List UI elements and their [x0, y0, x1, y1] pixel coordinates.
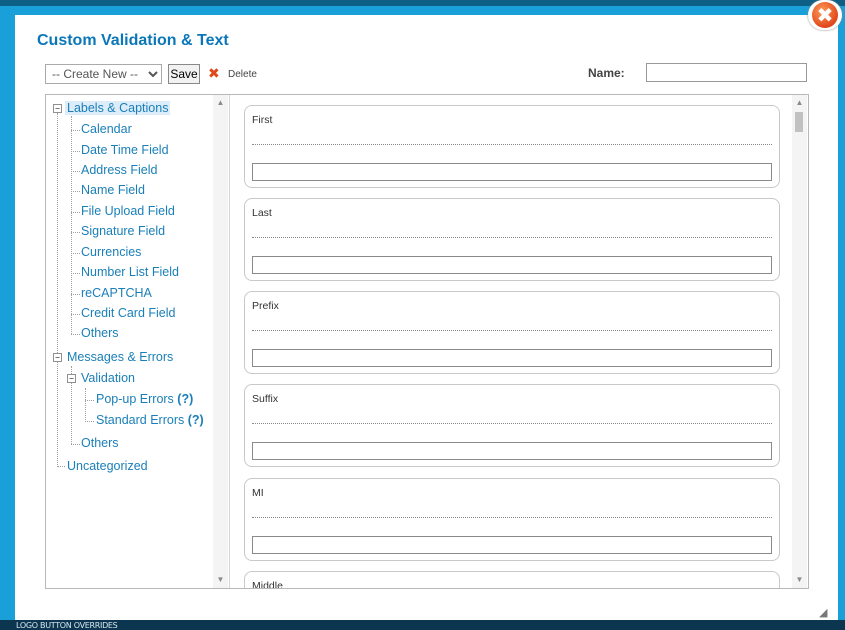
field-text-input[interactable] — [252, 163, 772, 181]
field-card-prefix: Prefix — [244, 291, 780, 374]
tree-connector — [71, 314, 80, 315]
field-label: Suffix — [252, 393, 279, 405]
field-card-suffix: Suffix — [244, 384, 780, 467]
close-button[interactable]: ✖ — [808, 0, 842, 30]
tree-messages-errors[interactable]: Messages & Errors — [67, 350, 173, 364]
tree-item[interactable]: File Upload Field — [81, 204, 175, 218]
tree-item[interactable]: Signature Field — [81, 224, 165, 238]
scroll-down-icon[interactable]: ▼ — [792, 574, 807, 586]
field-text-input[interactable] — [252, 256, 772, 274]
bottom-strip: LOGO BUTTON OVERRIDES — [0, 620, 845, 630]
collapse-icon[interactable]: − — [67, 374, 76, 383]
field-label: First — [252, 114, 273, 126]
tree-connector — [57, 113, 58, 465]
tree-labels-captions[interactable]: Labels & Captions — [65, 101, 171, 115]
field-card-last: Last — [244, 198, 780, 281]
tree-item[interactable]: Others — [81, 326, 119, 340]
tree-connector — [71, 116, 72, 334]
dotted-divider — [252, 144, 772, 145]
tree-connector — [85, 421, 94, 422]
tree-item[interactable]: Address Field — [81, 163, 157, 177]
tree-connector — [71, 294, 80, 295]
tree-connector — [71, 444, 80, 445]
top-border-strip — [0, 0, 845, 6]
field-list: First Last Prefix Suffix MI Middle ▲ ▼ — [230, 95, 808, 588]
content-scrollbar[interactable]: ▲ ▼ — [792, 95, 807, 588]
tree-item[interactable]: Number List Field — [81, 265, 179, 279]
help-icon[interactable]: (?) — [188, 413, 204, 427]
tree-connector — [71, 171, 80, 172]
tree-connector — [71, 232, 80, 233]
tree-item[interactable]: reCAPTCHA — [81, 286, 152, 300]
tree-uncategorized[interactable]: Uncategorized — [67, 459, 148, 473]
category-tree: − Labels & Captions Calendar Date Time F… — [46, 95, 230, 588]
main-frame: − Labels & Captions Calendar Date Time F… — [45, 94, 809, 589]
tree-scrollbar[interactable]: ▲ ▼ — [213, 95, 228, 588]
field-card-middle: Middle — [244, 571, 780, 588]
name-input[interactable] — [646, 63, 807, 82]
tree-connector — [57, 466, 65, 467]
dotted-divider — [252, 330, 772, 331]
scroll-up-icon[interactable]: ▲ — [213, 97, 228, 109]
field-label: Prefix — [252, 300, 279, 312]
field-card-first: First — [244, 105, 780, 188]
name-label: Name: — [588, 66, 625, 80]
custom-validation-dialog: Custom Validation & Text -- Create New -… — [15, 15, 838, 620]
resize-grip-icon[interactable]: ◢ — [819, 607, 831, 619]
field-text-input[interactable] — [252, 536, 772, 554]
dotted-divider — [252, 423, 772, 424]
standard-errors-label: Standard Errors — [96, 413, 185, 427]
tree-item[interactable]: Name Field — [81, 183, 145, 197]
field-text-input[interactable] — [252, 442, 772, 460]
tree-connector — [71, 212, 80, 213]
tree-messages-others[interactable]: Others — [81, 436, 119, 450]
tree-connector — [71, 191, 80, 192]
dotted-divider — [252, 237, 772, 238]
tree-validation[interactable]: Validation — [81, 371, 135, 385]
tree-item[interactable]: Currencies — [81, 245, 141, 259]
help-icon[interactable]: (?) — [177, 392, 193, 406]
field-text-input[interactable] — [252, 349, 772, 367]
close-x-icon: ✖ — [812, 2, 838, 28]
tree-item[interactable]: Calendar — [81, 122, 132, 136]
field-label: Middle — [252, 580, 283, 588]
scroll-thumb[interactable] — [795, 112, 803, 132]
tree-connector — [71, 334, 80, 335]
scroll-down-icon[interactable]: ▼ — [213, 574, 228, 586]
dotted-divider — [252, 517, 772, 518]
tree-connector — [71, 273, 80, 274]
red-x-icon: ✖ — [208, 66, 220, 82]
tree-connector — [71, 253, 80, 254]
tree-item[interactable]: Credit Card Field — [81, 306, 175, 320]
field-card-mi: MI — [244, 478, 780, 561]
tree-popup-errors[interactable]: Pop-up Errors (?) — [96, 392, 193, 406]
scroll-up-icon[interactable]: ▲ — [792, 97, 807, 109]
create-new-select[interactable]: -- Create New -- — [45, 64, 162, 84]
collapse-icon[interactable]: − — [53, 353, 62, 362]
tree-item[interactable]: Date Time Field — [81, 143, 169, 157]
popup-errors-label: Pop-up Errors — [96, 392, 174, 406]
delete-label: Delete — [228, 69, 257, 80]
collapse-icon[interactable]: − — [53, 104, 62, 113]
footer-partial-text: LOGO BUTTON OVERRIDES — [16, 621, 118, 630]
tree-connector — [71, 130, 80, 131]
save-button[interactable]: Save — [168, 64, 200, 84]
tree-connector — [71, 151, 80, 152]
dialog-title: Custom Validation & Text — [37, 32, 229, 49]
tree-connector — [85, 388, 86, 422]
field-label: Last — [252, 207, 272, 219]
field-label: MI — [252, 487, 264, 499]
tree-connector — [85, 400, 94, 401]
tree-standard-errors[interactable]: Standard Errors (?) — [96, 413, 204, 427]
